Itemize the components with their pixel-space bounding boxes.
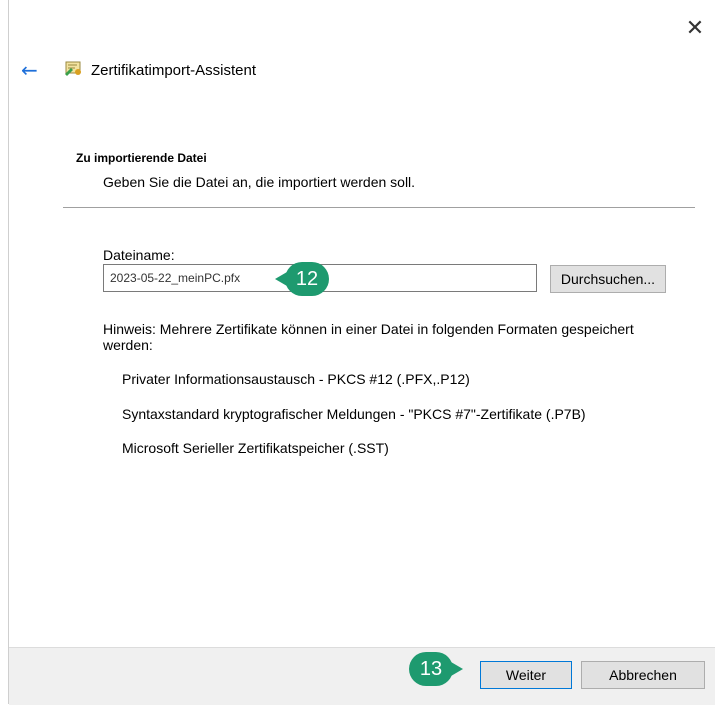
filename-label: Dateiname: bbox=[103, 247, 175, 263]
certificate-icon bbox=[65, 61, 81, 76]
divider bbox=[63, 207, 695, 208]
format-item: Syntaxstandard kryptografischer Meldunge… bbox=[122, 406, 586, 422]
format-item: Microsoft Serieller Zertifikatspeicher (… bbox=[122, 440, 389, 456]
wizard-title: Zertifikatimport-Assistent bbox=[91, 62, 257, 79]
cancel-button[interactable]: Abbrechen bbox=[581, 661, 705, 689]
format-item: Privater Informationsaustausch - PKCS #1… bbox=[122, 371, 470, 387]
close-icon[interactable]: ✕ bbox=[684, 18, 706, 40]
back-arrow-icon[interactable]: ← bbox=[21, 60, 43, 80]
hint-text: Hinweis: Mehrere Zertifikate können in e… bbox=[103, 321, 634, 353]
wizard-window: ✕ ← Zertifikatimport-Assistent Zu import… bbox=[8, 0, 715, 705]
browse-button[interactable]: Durchsuchen... bbox=[550, 265, 666, 293]
next-button[interactable]: Weiter bbox=[480, 661, 572, 689]
section-heading: Zu importierende Datei bbox=[76, 151, 207, 165]
section-description: Geben Sie die Datei an, die importiert w… bbox=[103, 174, 416, 190]
step-annotation-badge: 12 bbox=[275, 262, 329, 296]
step-annotation-badge: 13 bbox=[409, 652, 463, 686]
